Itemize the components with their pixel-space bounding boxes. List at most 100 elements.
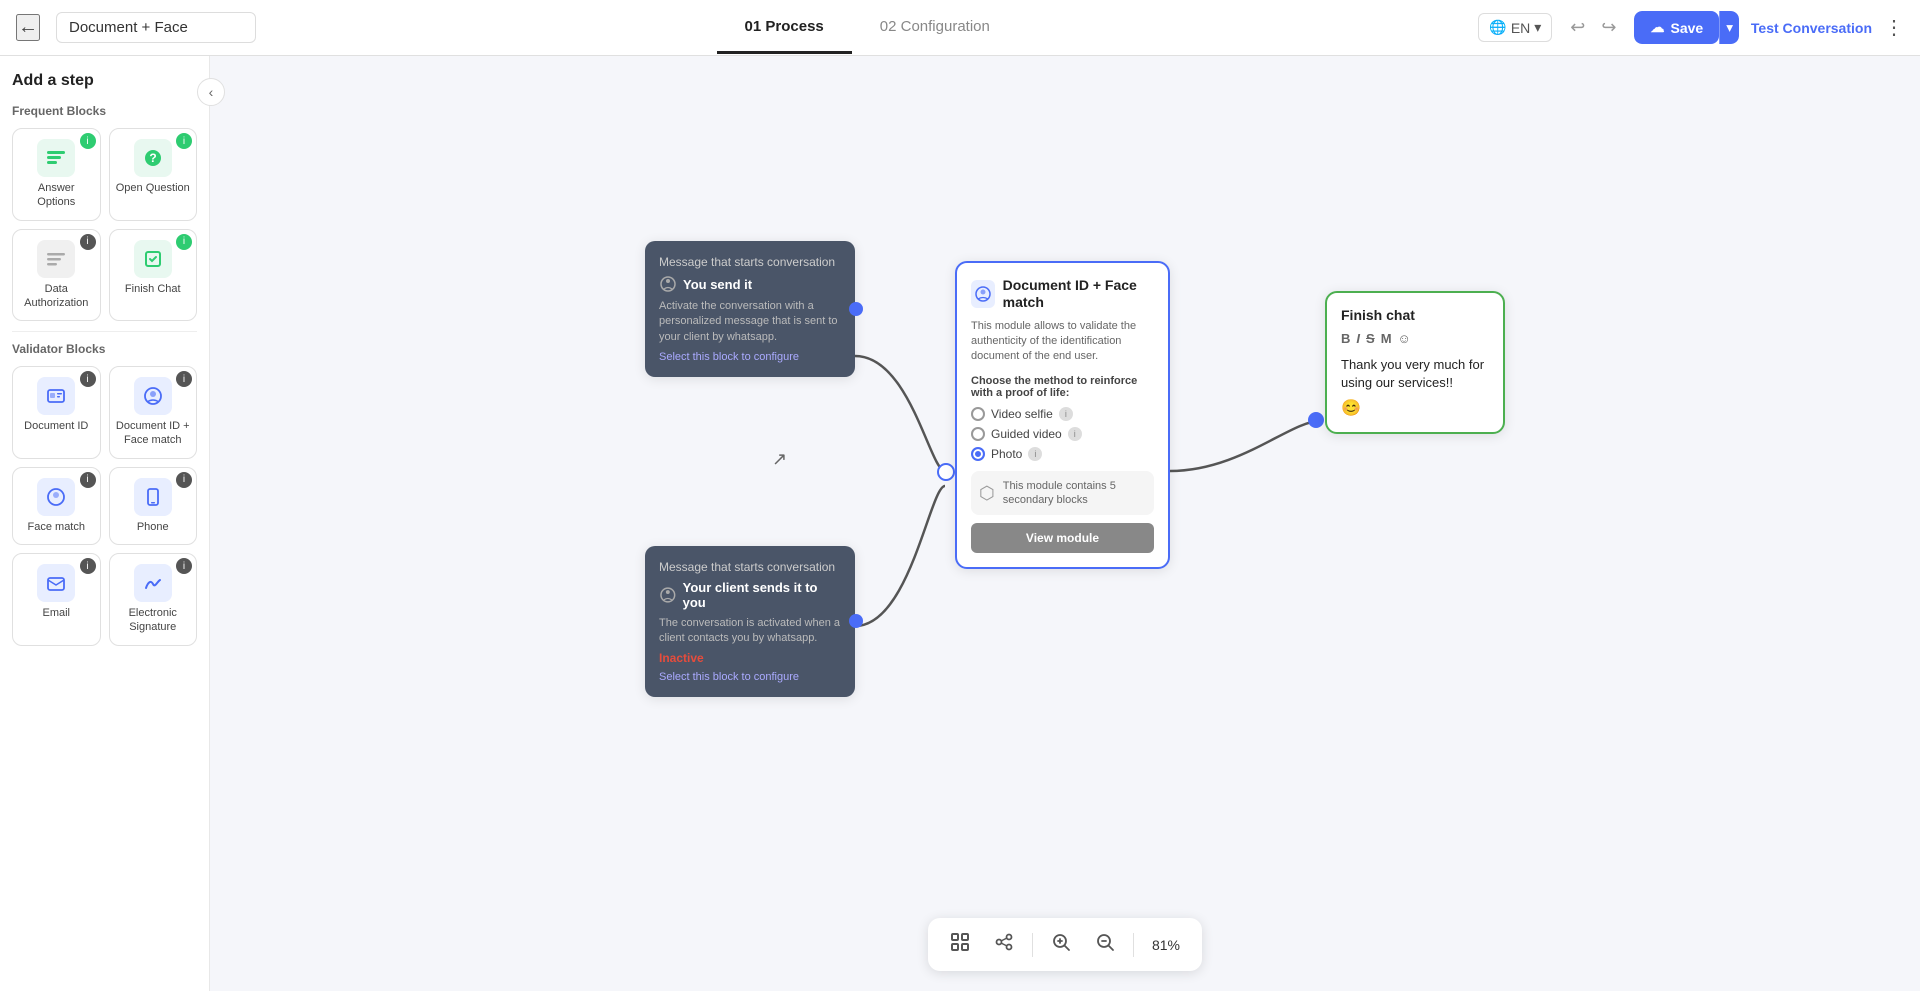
msg-icon: Your client sends it to you [659,580,841,610]
finish-emoji: 😊 [1341,398,1489,418]
frequent-blocks-grid: i Answer Options i ? Open Question i Dat… [12,128,197,321]
info-dot: i [1068,427,1082,441]
doc-node-subtitle: Choose the method to reinforce with a pr… [971,375,1154,399]
info-badge: i [176,133,192,149]
validator-blocks-grid: i Document ID i Document ID + Face match… [12,366,197,645]
doc-node-title: Document ID + Face match [1003,277,1154,311]
block-label: Finish Chat [125,282,181,296]
zoom-separator-2 [1133,933,1134,957]
msg-desc: Activate the conversation with a persona… [659,299,841,345]
output-dot [849,614,863,628]
info-badge: i [176,472,192,488]
block-doc-face[interactable]: i Document ID + Face match [109,366,198,459]
divider [12,331,197,332]
radio-guided-video[interactable]: Guided video i [971,427,1154,441]
radio-label: Photo [991,447,1022,461]
open-question-icon: ? [134,139,172,177]
emoji-btn[interactable]: ☺ [1398,331,1411,346]
block-finish-chat[interactable]: i Finish Chat [109,229,198,322]
view-module-button[interactable]: View module [971,523,1154,553]
globe-icon: 🌐 [1489,19,1506,36]
flow-canvas[interactable]: Message that starts conversation You sen… [210,56,1920,991]
zoom-out-button[interactable] [1089,926,1121,963]
sidebar: Add a step Frequent Blocks i Answer Opti… [0,56,210,991]
header-right: 🌐 EN ▾ ↩ ↪ ☁ Save ▾ Test Conversation ⋮ [1478,11,1904,44]
answer-options-icon [37,139,75,177]
zoom-percentage: 81% [1146,937,1186,953]
finish-message: Thank you very much for using our servic… [1341,356,1489,392]
doc-face-node[interactable]: Document ID + Face match This module all… [955,261,1170,569]
lang-label: EN [1511,20,1530,36]
italic-btn[interactable]: I [1356,331,1360,346]
canvas-inner: Message that starts conversation You sen… [210,56,1920,991]
document-id-icon [37,377,75,415]
block-document-id[interactable]: i Document ID [12,366,101,459]
strike-btn[interactable]: S [1366,331,1375,346]
info-badge: i [176,371,192,387]
radio-video-selfie[interactable]: Video selfie i [971,407,1154,421]
bold-btn[interactable]: B [1341,331,1350,346]
test-conversation-button[interactable]: Test Conversation [1751,20,1872,36]
msg-start-node-2[interactable]: Message that starts conversation Your cl… [645,546,855,697]
info-badge: i [80,472,96,488]
redo-button[interactable]: ↪ [1595,13,1622,42]
msg-sender: You send it [683,277,752,292]
block-face-match[interactable]: i Face match [12,467,101,545]
frequent-section-label: Frequent Blocks [12,104,197,118]
secondary-text: This module contains 5 secondary blocks [1003,479,1146,508]
edge-circle-input-left [937,463,955,481]
undo-button[interactable]: ↩ [1564,13,1591,42]
doc-face-icon [134,377,172,415]
finish-chat-node[interactable]: Finish chat B I S M ☺ Thank you very muc… [1325,291,1505,434]
cloud-icon: ☁ [1650,19,1664,36]
finish-chat-icon [134,240,172,278]
format-bar: B I S M ☺ [1341,331,1489,346]
save-button-group: ☁ Save ▾ [1634,11,1738,44]
zoom-in-button[interactable] [1045,926,1077,963]
block-label: Face match [28,520,85,534]
radio-photo[interactable]: Photo i [971,447,1154,461]
electronic-sig-icon [134,564,172,602]
radio-circle-checked [971,447,985,461]
msg-config-link[interactable]: Select this block to configure [659,351,841,363]
block-electronic-sig[interactable]: i Electronic Signature [109,553,198,646]
info-badge: i [80,558,96,574]
block-open-question[interactable]: i ? Open Question [109,128,198,221]
doc-node-desc: This module allows to validate the authe… [971,319,1154,365]
more-options-button[interactable]: ⋮ [1884,15,1904,40]
block-label: Answer Options [19,181,94,210]
cursor-indicator: ↗ [772,449,787,470]
share-button[interactable] [988,926,1020,963]
tab-process[interactable]: 01 Process [717,2,852,54]
info-badge: i [176,558,192,574]
radio-circle [971,427,985,441]
language-selector[interactable]: 🌐 EN ▾ [1478,13,1552,42]
msg-sender: Your client sends it to you [683,580,841,610]
tab-config[interactable]: 02 Configuration [852,2,1018,54]
flow-title-input[interactable] [56,12,256,43]
finish-chat-title: Finish chat [1341,307,1489,323]
save-dropdown-button[interactable]: ▾ [1719,11,1739,44]
block-phone[interactable]: i Phone [109,467,198,545]
radio-circle [971,407,985,421]
msg-icon: You send it [659,275,752,293]
sidebar-collapse-button[interactable]: ‹ [197,78,225,106]
msg-start-node-1[interactable]: Message that starts conversation You sen… [645,241,855,377]
cube-icon: ⬡ [979,483,995,504]
back-button[interactable]: ← [16,14,40,41]
block-data-auth[interactable]: i Data Authorization [12,229,101,322]
block-email[interactable]: i Email [12,553,101,646]
zoom-separator [1032,933,1033,957]
msg-config-link[interactable]: Select this block to configure [659,671,841,683]
block-label: Electronic Signature [116,606,191,635]
save-button[interactable]: ☁ Save [1634,11,1719,44]
header-tabs: 01 Process 02 Configuration [272,2,1462,54]
output-dot [849,302,863,316]
msg-node-title: Message that starts conversation [659,560,841,574]
inactive-badge: Inactive [659,651,841,665]
mono-btn[interactable]: M [1381,331,1392,346]
focus-button[interactable] [944,926,976,963]
info-dot: i [1059,407,1073,421]
block-answer-options[interactable]: i Answer Options [12,128,101,221]
main-layout: Add a step Frequent Blocks i Answer Opti… [0,56,1920,991]
